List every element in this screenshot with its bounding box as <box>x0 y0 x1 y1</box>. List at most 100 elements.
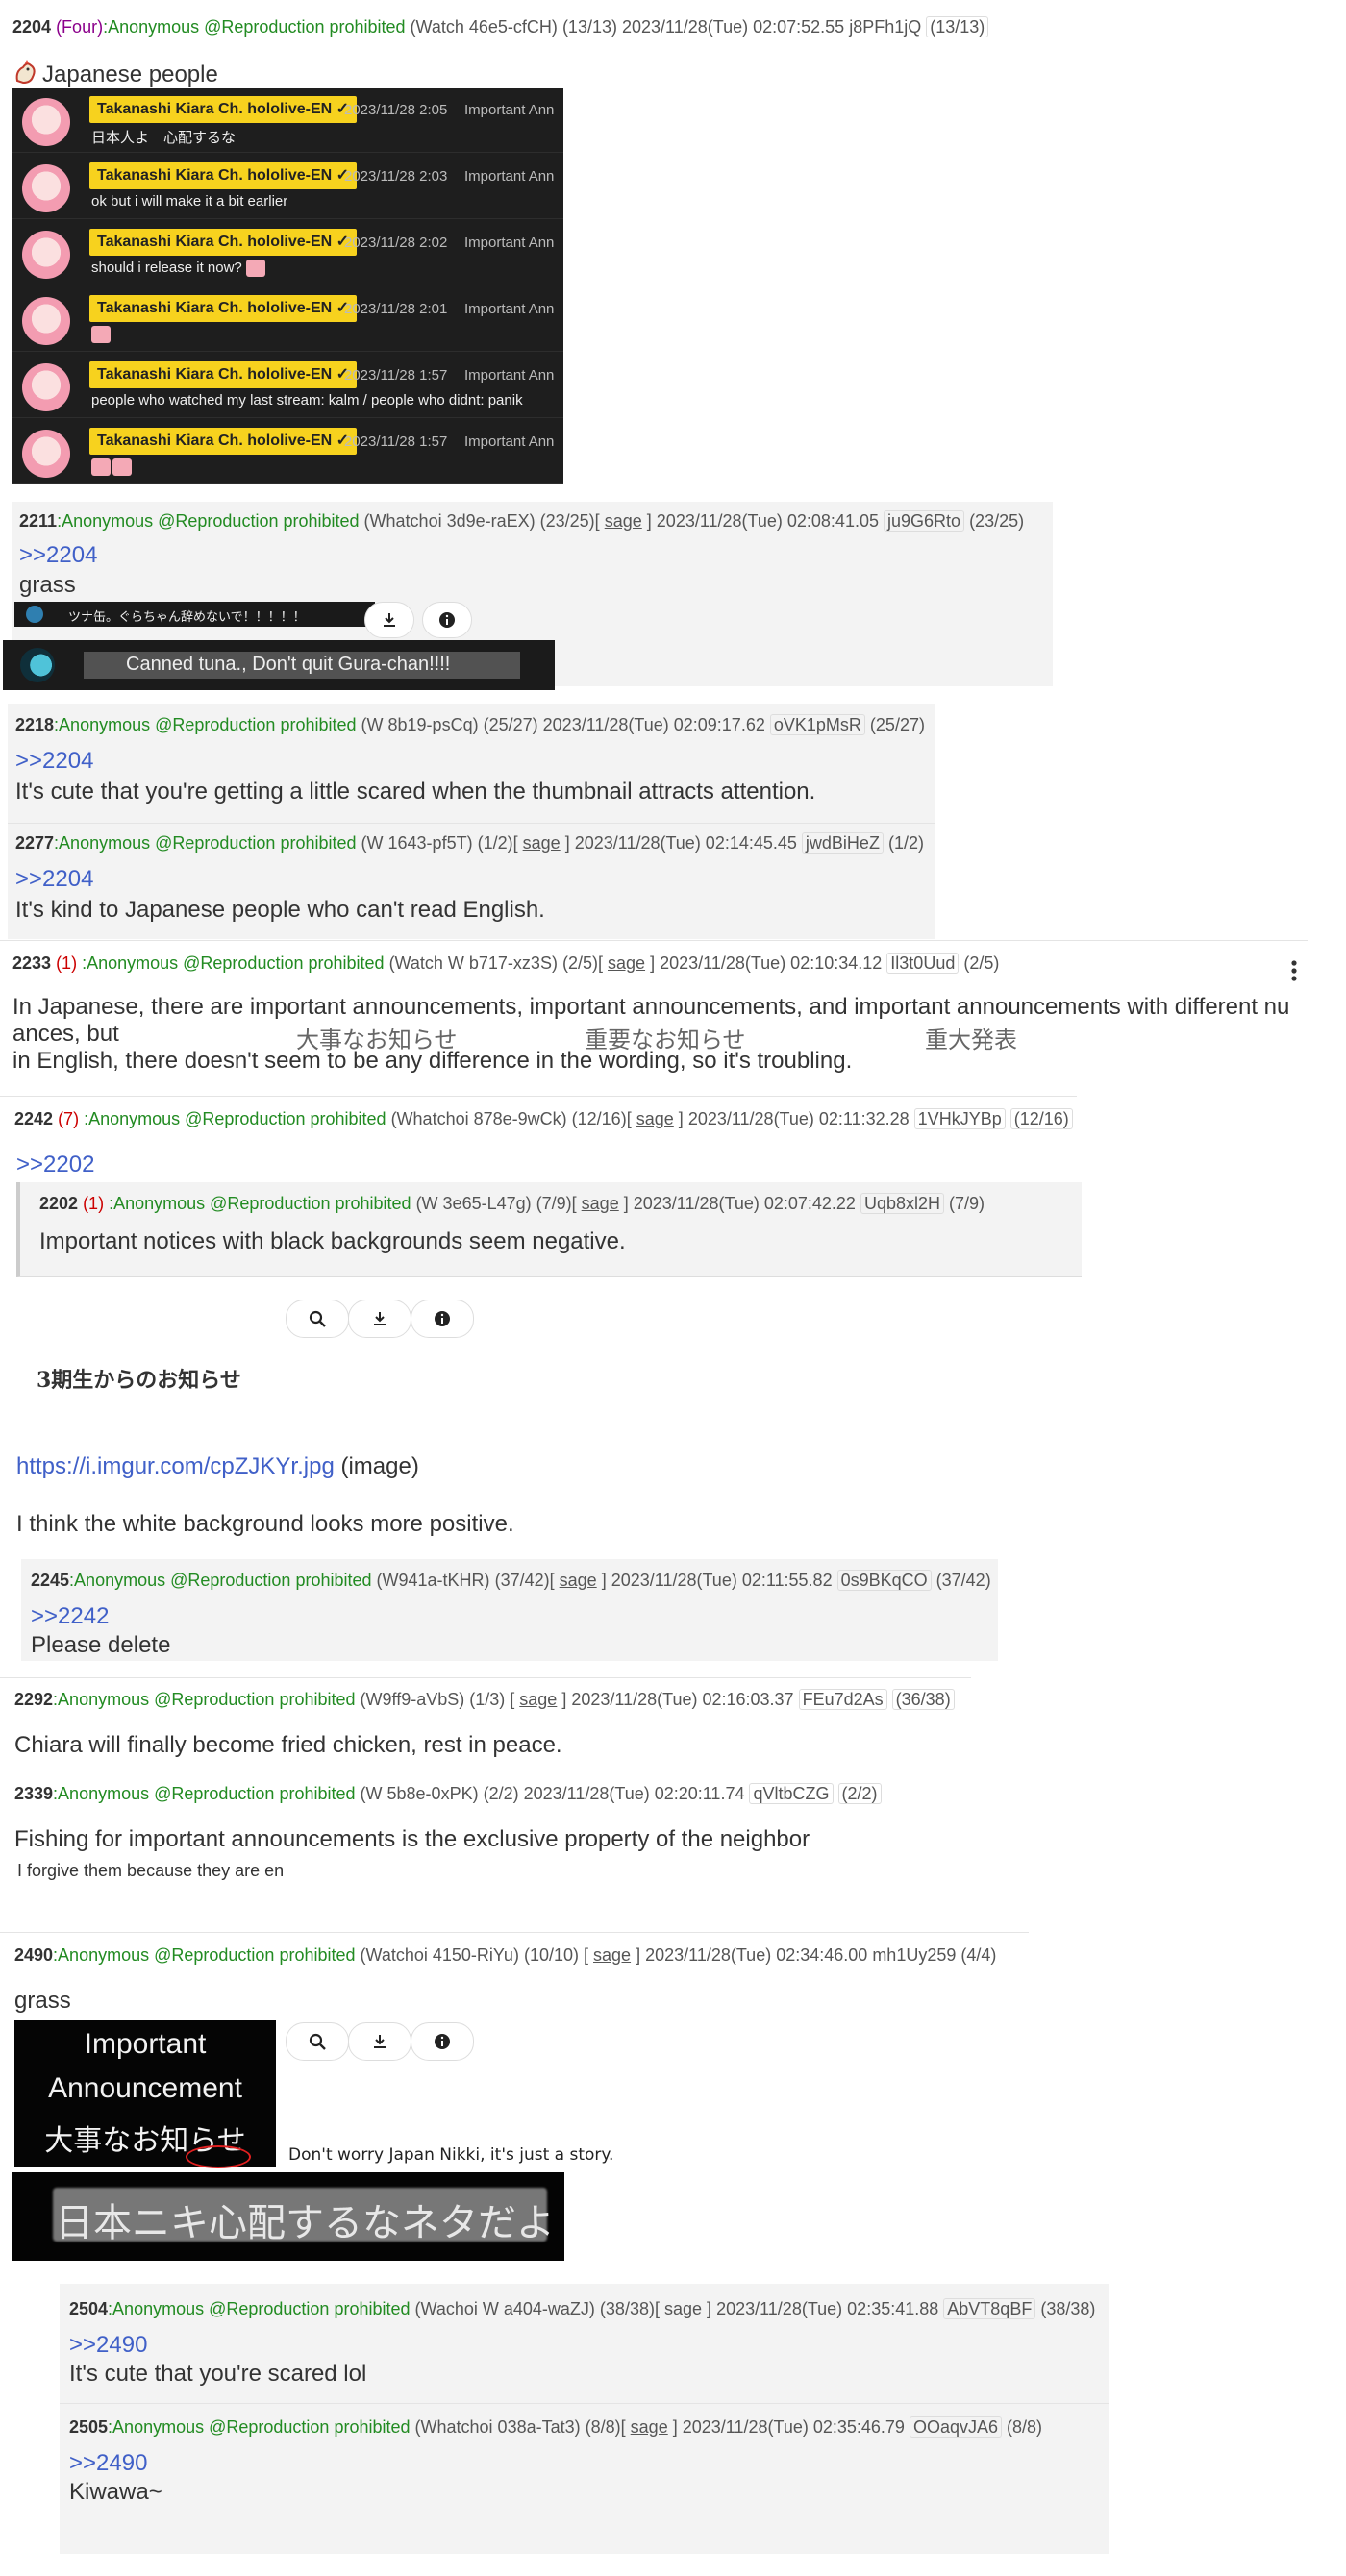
post-body-line2: ances, but <box>12 1021 119 1047</box>
announcement-image[interactable]: Important Announcement 大事なお知らせ <box>14 2020 276 2168</box>
chat-tag: Important Ann <box>464 102 555 118</box>
image-link[interactable]: https://i.imgur.com/cpZJKYr.jpg (image) <box>16 1453 419 1480</box>
sage-link[interactable]: sage <box>636 1109 674 1128</box>
image-url[interactable]: https://i.imgur.com/cpZJKYr.jpg <box>16 1453 335 1479</box>
post-header: 2211:Anonymous @Reproduction prohibited … <box>19 510 1024 532</box>
post-2245: 2245:Anonymous @Reproduction prohibited … <box>21 1559 998 1661</box>
download-button[interactable] <box>348 2022 411 2061</box>
poster-id: (Watch W b717-xz3S) <box>388 954 558 973</box>
sage-link[interactable]: sage <box>519 1690 557 1709</box>
post-number[interactable]: 2218 <box>15 715 54 734</box>
info-button[interactable] <box>422 602 472 638</box>
post-count-2: (25/27) <box>869 715 925 734</box>
channel-badge: Takanashi Kiara Ch. hololive-EN ✓ <box>89 361 358 388</box>
post-2211: 2211:Anonymous @Reproduction prohibited … <box>3 502 1053 690</box>
post-date: 2023/11/28(Tue) 02:07:52.55 <box>622 17 845 37</box>
download-button[interactable] <box>348 1300 411 1338</box>
emoji-icon <box>112 458 132 477</box>
post-count-2: (8/8) <box>1007 2417 1043 2437</box>
more-options-button[interactable] <box>1284 957 1304 984</box>
post-2505: 2505:Anonymous @Reproduction prohibited … <box>60 2404 1109 2554</box>
post-2242: 2242 (7) :Anonymous @Reproduction prohib… <box>0 1098 1346 1559</box>
chat-time: 2023/11/28 2:05 <box>344 102 448 118</box>
sage-link[interactable]: sage <box>605 511 642 531</box>
reply-link[interactable]: >>2204 <box>19 542 97 569</box>
post-number[interactable]: 2505 <box>69 2417 108 2437</box>
download-icon <box>384 613 395 627</box>
sage-link[interactable]: sage <box>664 2299 702 2318</box>
poster-name: :Anonymous @Reproduction prohibited <box>108 2417 411 2437</box>
post-date: 2023/11/28(Tue) 02:11:55.82 <box>611 1571 833 1590</box>
red-circle-mark <box>186 2145 251 2168</box>
divider <box>0 1932 1029 1933</box>
poster-name: :Anonymous @Reproduction prohibited <box>54 715 357 734</box>
poster-id: (Whatchoi 3d9e-raEX) <box>363 511 536 531</box>
post-number[interactable]: 2292 <box>14 1690 53 1709</box>
sage-link[interactable]: sage <box>593 1945 631 1965</box>
download-button[interactable] <box>364 602 414 638</box>
post-header: 2292:Anonymous @Reproduction prohibited … <box>14 1689 955 1710</box>
chat-row: Takanashi Kiara Ch. hololive-EN ✓ 2023/1… <box>12 354 563 418</box>
post-date: 2023/11/28(Tue) 02:09:17.62 <box>542 715 765 734</box>
poster-name: :Anonymous @Reproduction prohibited <box>84 1109 386 1128</box>
bracket: ] <box>561 1690 567 1709</box>
chat-time: 2023/11/28 2:02 <box>344 235 448 251</box>
banner-image[interactable]: 日本ニキ心配するなネタだよ <box>12 2172 564 2261</box>
reply-link[interactable]: >>2202 <box>16 1152 94 1178</box>
more-vertical-icon <box>1291 960 1297 981</box>
post-body: Kiwawa~ <box>69 2479 162 2505</box>
poster-name: :Anonymous @Reproduction prohibited <box>108 2299 411 2318</box>
emoji-icon <box>91 458 111 477</box>
search-icon <box>309 1310 326 1327</box>
post-number[interactable]: 2202 <box>39 1194 78 1213</box>
reply-link[interactable]: >>2490 <box>69 2450 147 2477</box>
channel-icon <box>20 648 55 682</box>
chat-time: 2023/11/28 2:01 <box>344 301 448 317</box>
sage-link[interactable]: sage <box>631 2417 668 2437</box>
post-number[interactable]: 2211 <box>19 511 57 531</box>
chat-tag: Important Ann <box>464 433 555 450</box>
bracket: ] <box>636 1945 641 1965</box>
post-count: (1/3) [ <box>469 1690 515 1709</box>
post-date: 2023/11/28(Tue) 02:10:34.12 <box>660 954 883 973</box>
reply-link[interactable]: >>2242 <box>31 1603 109 1630</box>
reply-count: (Four) <box>56 17 104 37</box>
chat-row: Takanashi Kiara Ch. hololive-EN ✓ 2023/1… <box>12 88 563 153</box>
post-header: 2233 (1) :Anonymous @Reproduction prohib… <box>12 953 999 974</box>
reply-link[interactable]: >>2204 <box>15 748 93 775</box>
info-button[interactable] <box>411 2022 474 2061</box>
post-number[interactable]: 2204 <box>12 17 51 37</box>
sage-link[interactable]: sage <box>560 1571 597 1590</box>
post-number[interactable]: 2504 <box>69 2299 108 2318</box>
post-count: (7/9)[ <box>536 1194 577 1213</box>
channel-badge: Takanashi Kiara Ch. hololive-EN ✓ <box>89 162 358 189</box>
post-header: 2218:Anonymous @Reproduction prohibited … <box>15 714 925 735</box>
post-count: (13/13) <box>561 17 617 37</box>
chat-message: ok but i will make it a bit earlier <box>91 193 288 210</box>
info-button[interactable] <box>411 1300 474 1338</box>
chat-row: Takanashi Kiara Ch. hololive-EN ✓ 2023/1… <box>12 221 563 285</box>
post-header: 2242 (7) :Anonymous @Reproduction prohib… <box>14 1108 1073 1129</box>
reply-link[interactable]: >>2490 <box>69 2332 147 2359</box>
image-title: 3期生からのお知らせ <box>37 1368 241 1393</box>
post-body: Fishing for important announcements is t… <box>14 1826 810 1852</box>
sage-link[interactable]: sage <box>608 954 645 973</box>
post-number[interactable]: 2339 <box>14 1784 53 1803</box>
post-number[interactable]: 2277 <box>15 833 54 853</box>
sage-link[interactable]: sage <box>523 833 561 853</box>
search-button[interactable] <box>286 2022 349 2061</box>
post-number[interactable]: 2242 <box>14 1109 53 1128</box>
post-count-2: (1/2) <box>887 833 924 853</box>
search-button[interactable] <box>286 1300 349 1338</box>
reply-link[interactable]: >>2204 <box>15 866 93 893</box>
post-number[interactable]: 2490 <box>14 1945 53 1965</box>
post-number[interactable]: 2233 <box>12 954 51 973</box>
channel-badge: Takanashi Kiara Ch. hololive-EN ✓ <box>89 229 358 256</box>
info-icon <box>439 612 455 628</box>
sage-link[interactable]: sage <box>582 1194 619 1213</box>
bracket: ] <box>564 833 570 853</box>
post-number[interactable]: 2245 <box>31 1571 69 1590</box>
uid: AbVT8qBF <box>943 2298 1036 2319</box>
poster-id: (W 3e65-L47g) <box>415 1194 532 1213</box>
post-date: 2023/11/28(Tue) 02:14:45.45 <box>574 833 797 853</box>
